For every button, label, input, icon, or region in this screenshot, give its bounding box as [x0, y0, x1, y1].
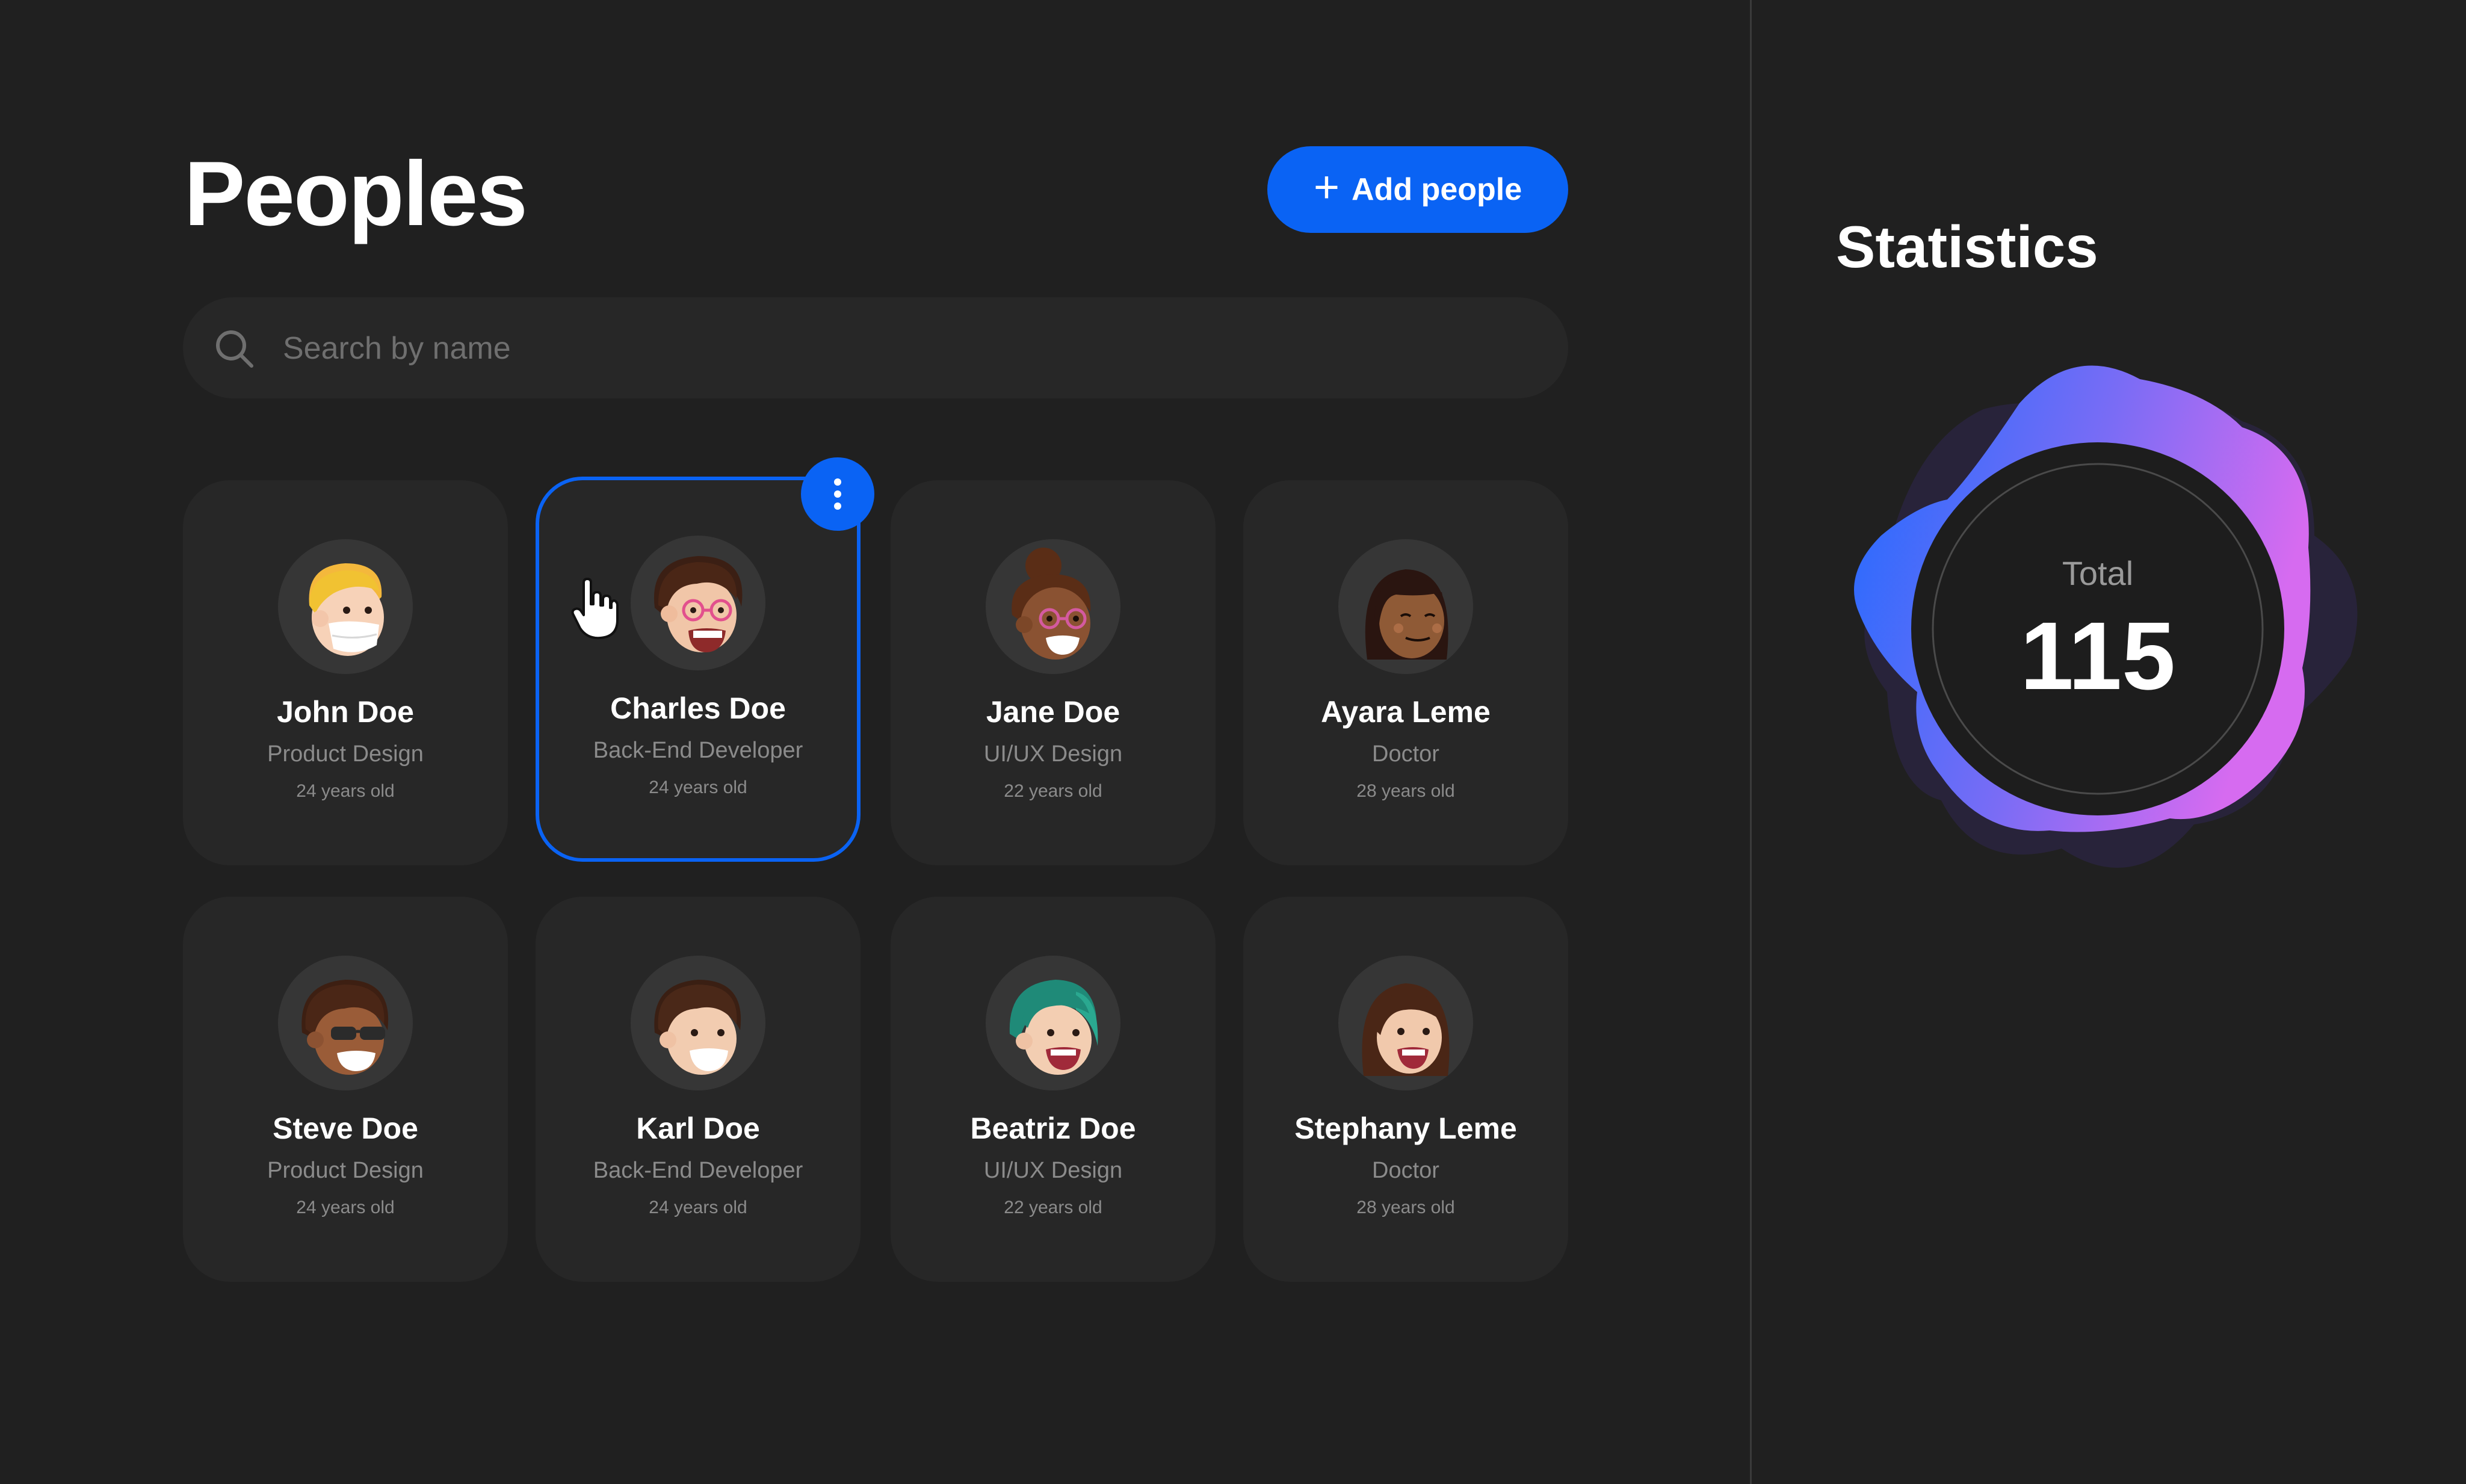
statistics-title: Statistics: [1836, 214, 2098, 280]
avatar: [631, 536, 765, 670]
card-more-options-button[interactable]: [801, 457, 874, 531]
person-card-charles-doe[interactable]: Charles Doe Back-End Developer 24 years …: [536, 477, 861, 862]
person-age: 22 years old: [1004, 781, 1102, 801]
person-card-ayara-leme[interactable]: Ayara Leme Doctor 28 years old: [1243, 480, 1568, 865]
person-age: 24 years old: [649, 1198, 747, 1217]
total-label: Total: [2062, 554, 2134, 592]
person-age: 24 years old: [649, 778, 747, 797]
hand-pointer-icon: [571, 578, 619, 640]
more-vertical-icon: [834, 478, 841, 510]
person-card-jane-doe[interactable]: Jane Doe UI/UX Design 22 years old: [891, 480, 1216, 865]
search-input[interactable]: [282, 315, 1524, 382]
person-age: 22 years old: [1004, 1198, 1102, 1217]
person-name: Ayara Leme: [1321, 695, 1491, 729]
person-role: UI/UX Design: [983, 741, 1123, 767]
avatar: [278, 956, 413, 1090]
person-card-stephany-leme[interactable]: Stephany Leme Doctor 28 years old: [1243, 897, 1568, 1282]
person-name: Jane Doe: [986, 695, 1120, 729]
person-card-steve-doe[interactable]: Steve Doe Product Design 24 years old: [183, 897, 508, 1282]
search-icon: [216, 330, 253, 368]
avatar: [631, 956, 765, 1090]
person-name: Beatriz Doe: [970, 1111, 1136, 1145]
avatar: [1338, 539, 1473, 674]
avatar: [986, 539, 1120, 674]
person-role: Product Design: [267, 741, 424, 767]
person-name: Stephany Leme: [1294, 1111, 1517, 1145]
page-title: Peoples: [184, 143, 528, 245]
person-card-karl-doe[interactable]: Karl Doe Back-End Developer 24 years old: [536, 897, 861, 1282]
add-people-button[interactable]: + Add people: [1267, 146, 1568, 233]
total-value: 115: [2019, 602, 2176, 710]
avatar: [986, 956, 1120, 1090]
person-name: Steve Doe: [273, 1111, 418, 1145]
person-name: Charles Doe: [610, 691, 786, 725]
person-role: Product Design: [267, 1158, 424, 1183]
person-role: Doctor: [1372, 1158, 1439, 1183]
plus-icon: +: [1313, 162, 1340, 212]
statistics-panel: Statistics Total 115: [1752, 0, 2466, 1484]
avatar: [1338, 956, 1473, 1090]
person-age: 28 years old: [1356, 781, 1455, 801]
person-age: 28 years old: [1356, 1198, 1455, 1217]
add-people-label: Add people: [1352, 172, 1522, 207]
person-name: John Doe: [277, 695, 414, 729]
person-role: Back-End Developer: [593, 738, 803, 763]
person-role: Doctor: [1372, 741, 1439, 767]
person-age: 24 years old: [296, 1198, 395, 1217]
avatar: [278, 539, 413, 674]
search-bar[interactable]: [183, 297, 1568, 398]
person-role: Back-End Developer: [593, 1158, 803, 1183]
person-card-john-doe[interactable]: John Doe Product Design 24 years old: [183, 480, 508, 865]
person-age: 24 years old: [296, 781, 395, 801]
person-role: UI/UX Design: [983, 1158, 1123, 1183]
person-name: Karl Doe: [636, 1111, 760, 1145]
person-card-beatriz-doe[interactable]: Beatriz Doe UI/UX Design 22 years old: [891, 897, 1216, 1282]
people-panel: Peoples + Add people John Doe Product: [0, 0, 1750, 1484]
